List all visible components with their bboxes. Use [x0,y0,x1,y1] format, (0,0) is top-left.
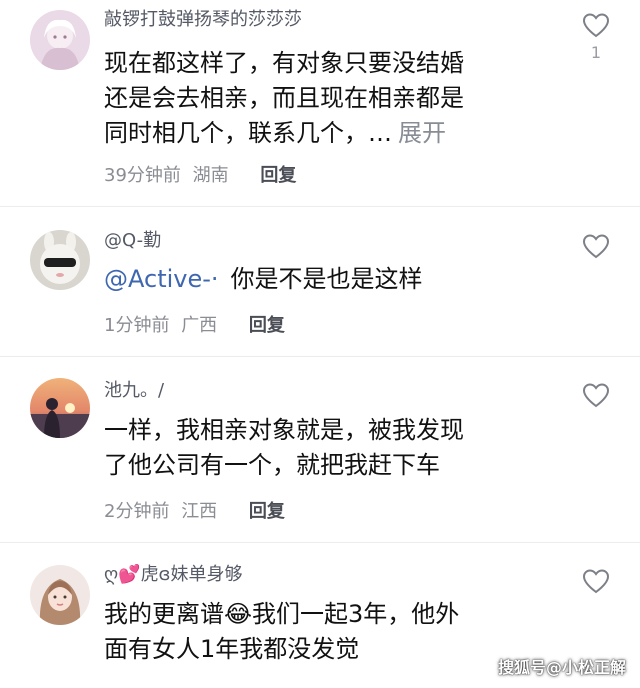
comment-username[interactable]: ღ💕虎ɞ妹单身够 [104,563,243,587]
heart-outline-icon[interactable] [582,233,610,259]
comment-line: 面有女人1年我都没发觉 [104,635,360,663]
comment-time: 1分钟前 [104,315,170,336]
comment-line-text: 你是不是也是这样 [230,265,423,293]
comment-meta: 39分钟前 湖南 回复 [104,164,296,188]
comment-line: 了他公司有一个，就把我赶下车 [104,451,440,479]
watermark: 搜狐号@小松正解 [497,658,626,677]
comment-text: 现在都这样了，有对象只要没结婚 还是会去相亲，而且现在相亲都是 同时相几个，联系… [104,46,544,151]
comment-line: 现在都这样了，有对象只要没结婚 [104,49,464,77]
divider [0,542,640,543]
comment-text: @Active-· 你是不是也是这样 [104,262,544,297]
avatar[interactable] [30,10,90,70]
comment-username[interactable]: 敲锣打鼓弹扬琴的莎莎莎 [104,8,302,32]
comment-time: 2分钟前 [104,501,170,522]
expand-link[interactable]: 展开 [398,119,446,147]
divider [0,356,640,357]
avatar[interactable] [30,565,90,625]
comment-location: 江西 [181,501,218,522]
divider [0,206,640,207]
heart-outline-icon[interactable] [582,382,610,408]
heart-outline-icon[interactable] [582,12,610,38]
reply-button[interactable]: 回复 [249,501,285,522]
comment-line: @Active-· 你是不是也是这样 [104,262,544,297]
reply-button[interactable]: 回复 [260,165,296,186]
comment-line: 我的更离谱😂我们一起3年，他外 [104,600,460,628]
comment-text: 一样，我相亲对象就是，被我发现 了他公司有一个，就把我赶下车 [104,413,544,483]
avatar[interactable] [30,378,90,438]
mention-link[interactable]: @Active-· [104,265,219,293]
like-count: 1 [590,43,602,62]
comment-meta: 2分钟前 江西 回复 [104,500,285,524]
comment-line: 一样，我相亲对象就是，被我发现 [104,416,464,444]
comment-username[interactable]: 池九。/ [104,379,164,403]
comment-username[interactable]: @Q-勤 [104,229,161,253]
comment-meta: 1分钟前 广西 回复 [104,314,285,338]
heart-outline-icon[interactable] [582,568,610,594]
avatar[interactable] [30,230,90,290]
comment-text: 我的更离谱😂我们一起3年，他外 面有女人1年我都没发觉 [104,597,544,667]
comment-line: 还是会去相亲，而且现在相亲都是 [104,84,464,112]
comment-location: 广西 [181,315,218,336]
reply-button[interactable]: 回复 [249,315,285,336]
comment-time: 39分钟前 [104,165,181,186]
comment-location: 湖南 [192,165,229,186]
comment-line: 同时相几个，联系几个，… 展开 [104,116,544,151]
comment-line-text: 同时相几个，联系几个，… [104,119,392,147]
